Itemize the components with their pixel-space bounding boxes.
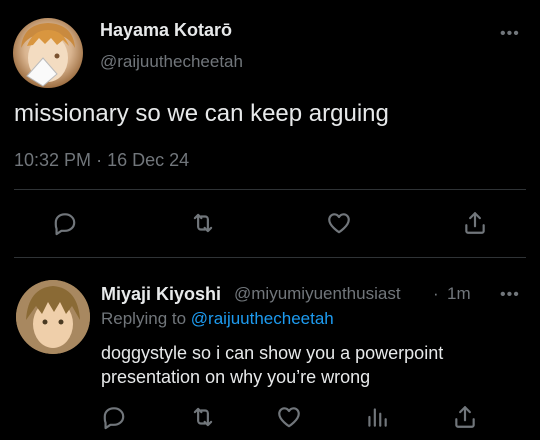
retweet-icon[interactable] xyxy=(189,209,217,237)
reply-author-handle[interactable]: @miyumiyuenthusiast xyxy=(234,284,401,304)
heart-icon[interactable] xyxy=(275,403,303,431)
author-name[interactable]: Hayama Kotarō xyxy=(100,20,232,41)
replying-to: Replying to @raijuuthecheetah xyxy=(101,309,334,329)
meta-separator: · xyxy=(96,150,103,170)
divider xyxy=(14,189,526,190)
avatar-illustration xyxy=(21,23,75,87)
share-icon[interactable] xyxy=(461,209,489,237)
more-horizontal-icon[interactable]: ••• xyxy=(500,25,520,43)
reply-time[interactable]: 1m xyxy=(447,284,471,304)
author-handle[interactable]: @raijuuthecheetah xyxy=(100,52,243,72)
avatar-illustration xyxy=(16,280,90,354)
tweet-meta: 10:32 PM · 16 Dec 24 xyxy=(14,150,189,171)
reply-author-name[interactable]: Miyaji Kiyoshi xyxy=(101,284,221,305)
tweet-text: missionary so we can keep arguing xyxy=(14,100,389,127)
replying-to-label: Replying to xyxy=(101,309,187,328)
meta-separator: · xyxy=(433,284,439,303)
share-icon[interactable] xyxy=(451,403,479,431)
tweet-time[interactable]: 10:32 PM xyxy=(14,150,91,170)
author-avatar[interactable] xyxy=(13,18,83,88)
reply-author-avatar[interactable] xyxy=(16,280,90,354)
main-tweet: Hayama Kotarō @raijuuthecheetah ••• miss… xyxy=(0,0,540,258)
retweet-icon[interactable] xyxy=(189,403,217,431)
bar-chart-icon[interactable] xyxy=(363,403,391,431)
reply-text: doggystyle so i can show you a powerpoin… xyxy=(101,343,444,387)
replying-to-handle[interactable]: @raijuuthecheetah xyxy=(191,309,334,328)
comment-icon[interactable] xyxy=(100,403,128,431)
more-horizontal-icon[interactable]: ••• xyxy=(500,286,520,304)
comment-icon[interactable] xyxy=(51,209,79,237)
tweet-date[interactable]: 16 Dec 24 xyxy=(107,150,189,170)
heart-icon[interactable] xyxy=(325,209,353,237)
